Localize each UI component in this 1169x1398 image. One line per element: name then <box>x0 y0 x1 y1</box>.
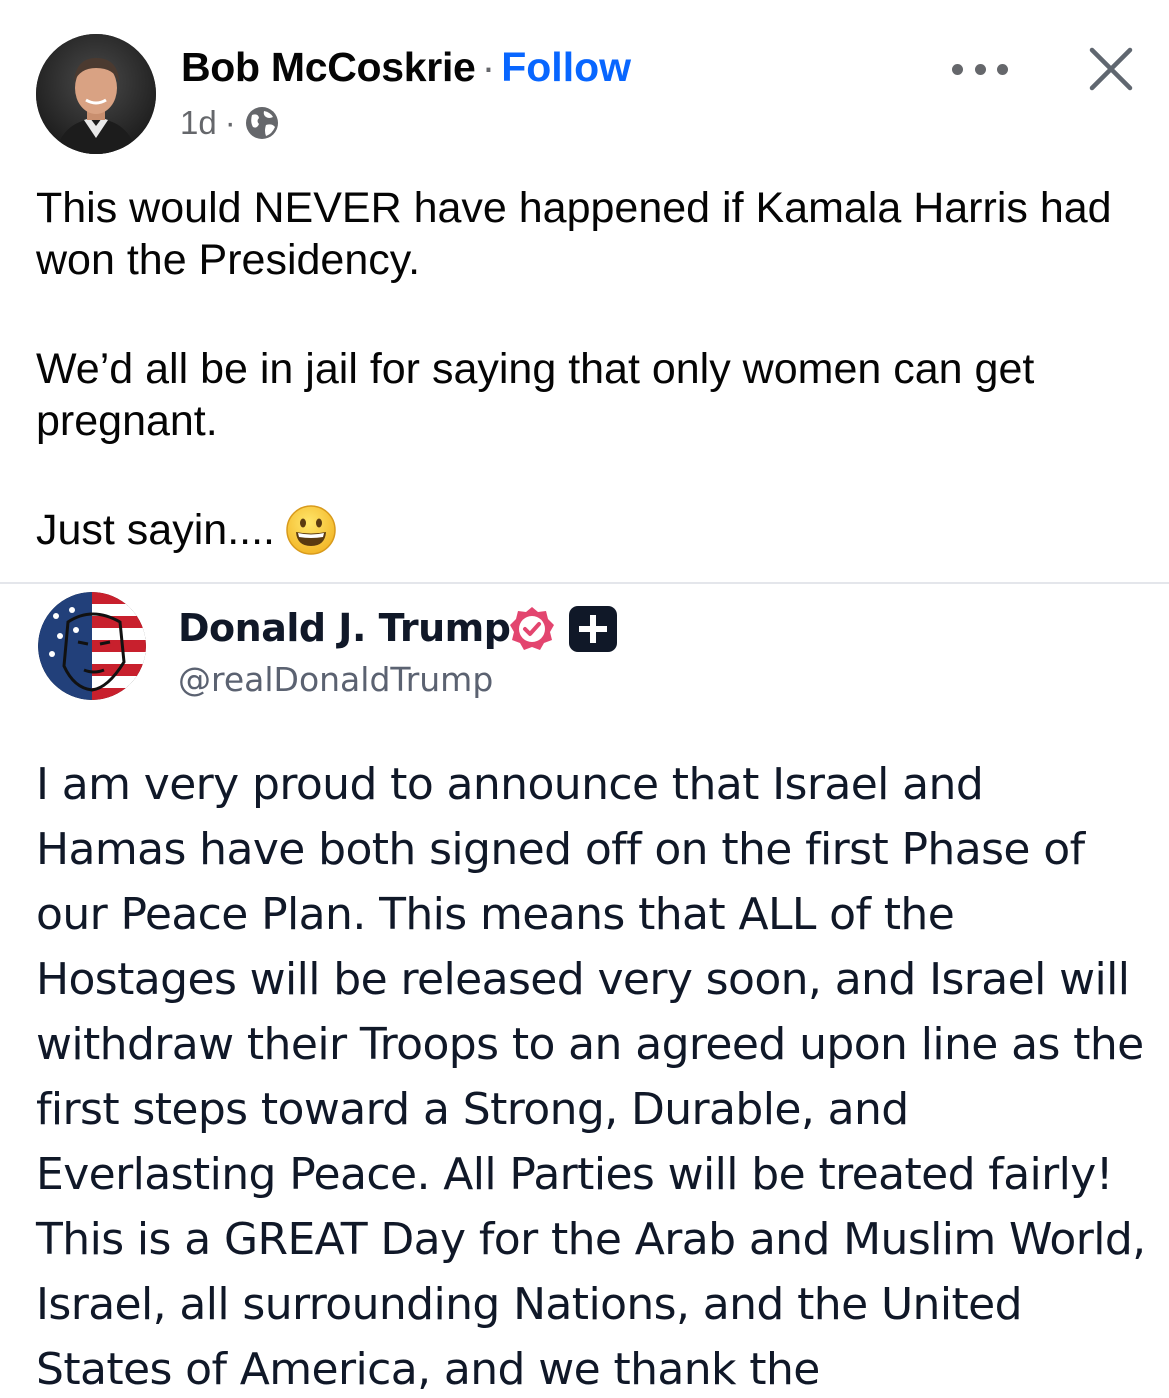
globe-icon <box>244 105 280 141</box>
close-icon[interactable] <box>1086 44 1136 94</box>
grinning-face-emoji <box>285 504 337 556</box>
post-meta: 1d · <box>180 104 280 142</box>
post-paragraph: We’d all be in jail for saying that only… <box>36 345 1035 445</box>
author-line: Bob McCoskrie · Follow <box>181 44 631 91</box>
plus-badge-icon <box>569 606 617 652</box>
embedded-author-handle[interactable]: @realDonaldTrump <box>178 660 493 699</box>
author-separator: · <box>481 44 496 90</box>
author-name[interactable]: Bob McCoskrie <box>181 44 476 90</box>
embedded-post-text: I am very proud to announce that Israel … <box>36 759 1146 1395</box>
verified-badge-icon <box>508 605 556 653</box>
post-text: This would NEVER have happened if Kamala… <box>36 182 1136 556</box>
post-timestamp[interactable]: 1d <box>180 104 217 142</box>
meta-separator: · <box>224 104 236 141</box>
post-paragraph-last: Just sayin.... <box>36 504 1136 556</box>
post-paragraph: Just sayin.... <box>36 506 275 554</box>
author-avatar[interactable] <box>36 34 156 154</box>
embedded-author-name[interactable]: Donald J. Trump <box>178 606 511 650</box>
post-header: Bob McCoskrie · Follow 1d · <box>0 0 1169 170</box>
more-options-icon[interactable] <box>952 52 1008 86</box>
embedded-author-avatar[interactable] <box>38 592 146 700</box>
post-paragraph: This would NEVER have happened if Kamala… <box>36 184 1112 284</box>
follow-button[interactable]: Follow <box>501 44 631 90</box>
